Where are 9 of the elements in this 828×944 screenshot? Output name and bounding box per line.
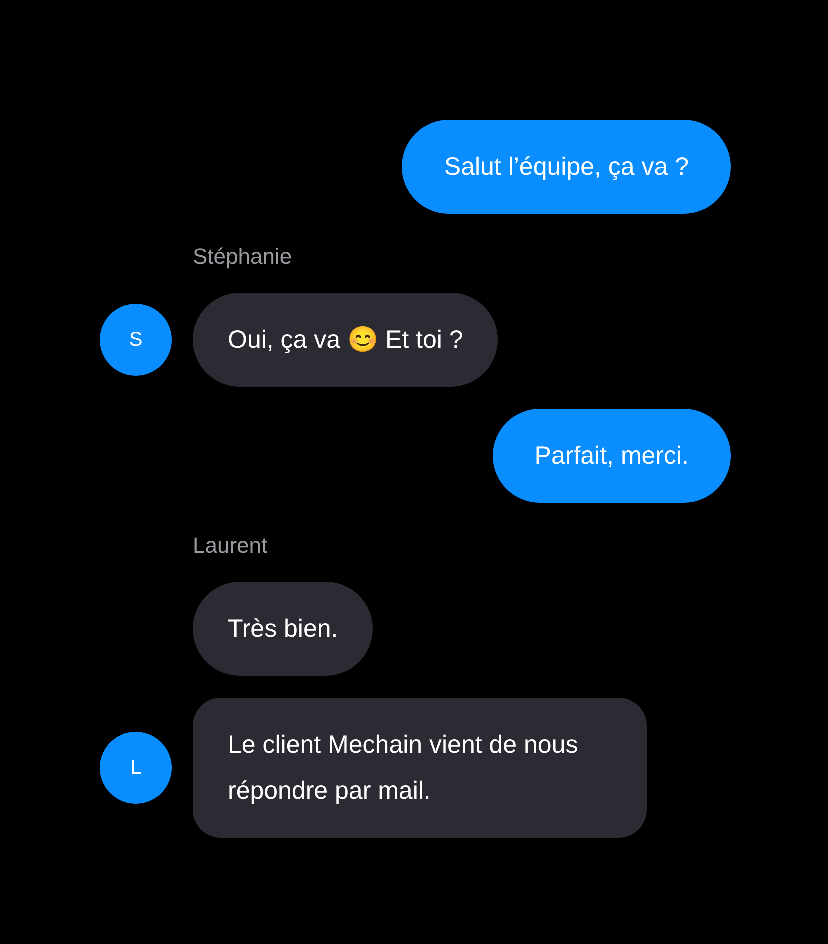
sender-name: Laurent [193,532,269,560]
sent-message-bubble: Parfait, merci. [492,409,731,503]
received-message-bubble: Très bien. [193,582,374,676]
avatar[interactable]: S [100,304,172,376]
sender-name: Stéphanie [193,243,294,271]
avatar[interactable]: L [100,732,172,804]
received-message-bubble: Oui, ça va 😊 Et toi ? [193,293,498,387]
received-message-bubble: Le client Mechain vient de nous répondre par mail. [193,698,647,838]
sent-message-bubble: Salut l’équipe, ça va ? [402,120,731,214]
